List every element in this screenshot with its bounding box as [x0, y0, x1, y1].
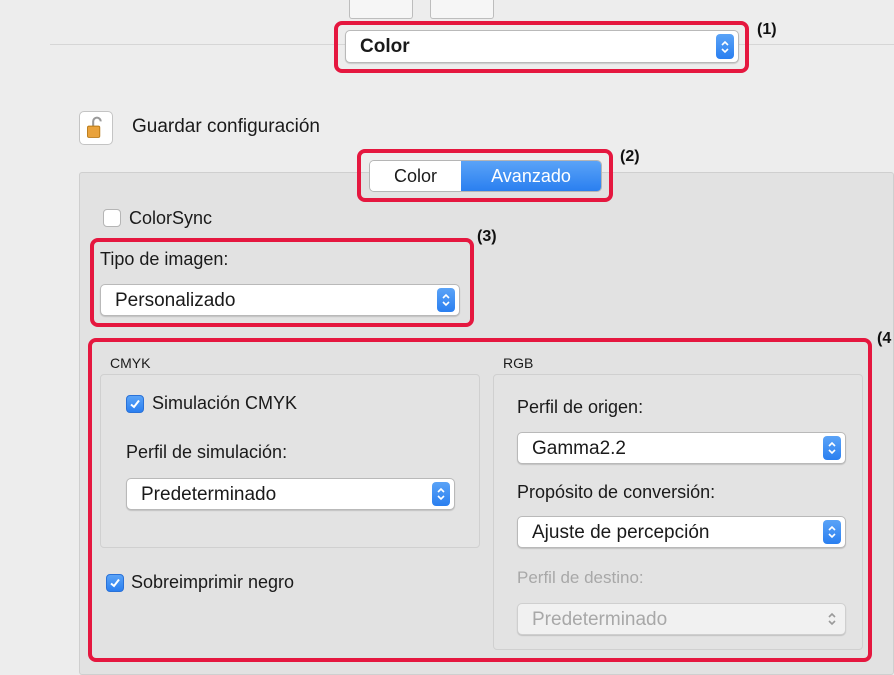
image-type-popup[interactable]: Personalizado: [100, 284, 460, 316]
destination-profile-label: Perfil de destino:: [517, 568, 644, 587]
source-profile-label: Perfil de origen:: [517, 397, 644, 417]
tab-color[interactable]: Color: [370, 161, 461, 191]
callout-3-label: (3): [477, 228, 497, 245]
callout-4-label: (4: [877, 330, 892, 347]
rendering-intent-label: Propósito de conversión:: [517, 482, 716, 502]
cmyk-title: CMYK: [110, 355, 151, 371]
callout-1-label: (1): [757, 21, 777, 38]
image-type-value: Personalizado: [115, 290, 236, 311]
popup-arrows-icon: [823, 520, 841, 544]
popup-arrows-icon: [716, 34, 734, 59]
source-profile-value: Gamma2.2: [532, 438, 626, 459]
rendering-intent-popup[interactable]: Ajuste de percepción: [517, 516, 846, 548]
overprint-black-checkbox[interactable]: [106, 574, 124, 592]
toolbar-tab-stub-left[interactable]: [349, 0, 413, 19]
toolbar-tab-stub-right[interactable]: [430, 0, 494, 19]
image-type-label: Tipo de imagen:: [100, 249, 229, 269]
cmyk-simulation-label: Simulación CMYK: [152, 393, 298, 413]
checkmark-icon: [110, 578, 120, 588]
destination-profile-popup[interactable]: Predeterminado: [517, 603, 846, 635]
overprint-black-label: Sobreimprimir negro: [131, 572, 295, 592]
save-settings-label: Guardar configuración: [132, 116, 320, 137]
rendering-intent-value: Ajuste de percepción: [532, 522, 710, 543]
simulation-profile-popup[interactable]: Predeterminado: [126, 478, 455, 510]
checkmark-icon: [130, 399, 140, 409]
lock-icon: [87, 116, 102, 138]
lock-icon-button[interactable]: [79, 111, 113, 145]
popup-arrows-icon: [823, 436, 841, 460]
popup-arrows-icon: [432, 482, 450, 506]
menu-popup-value: Color: [360, 36, 410, 57]
popup-arrows-icon: [437, 288, 455, 312]
colorsync-label: ColorSync: [129, 208, 213, 228]
simulation-profile-label: Perfil de simulación:: [126, 442, 288, 462]
segmented-control: Color Avanzado: [369, 160, 602, 192]
colorsync-checkbox[interactable]: [103, 209, 121, 227]
callout-2-label: (2): [620, 148, 640, 165]
destination-profile-value: Predeterminado: [532, 609, 668, 630]
menu-popup-button[interactable]: Color: [345, 30, 739, 63]
popup-arrows-icon: [823, 607, 841, 631]
simulation-profile-value: Predeterminado: [141, 484, 277, 505]
rgb-title: RGB: [503, 355, 534, 371]
tab-avanzado[interactable]: Avanzado: [461, 161, 601, 191]
source-profile-popup[interactable]: Gamma2.2: [517, 432, 846, 464]
cmyk-simulation-checkbox[interactable]: [126, 395, 144, 413]
